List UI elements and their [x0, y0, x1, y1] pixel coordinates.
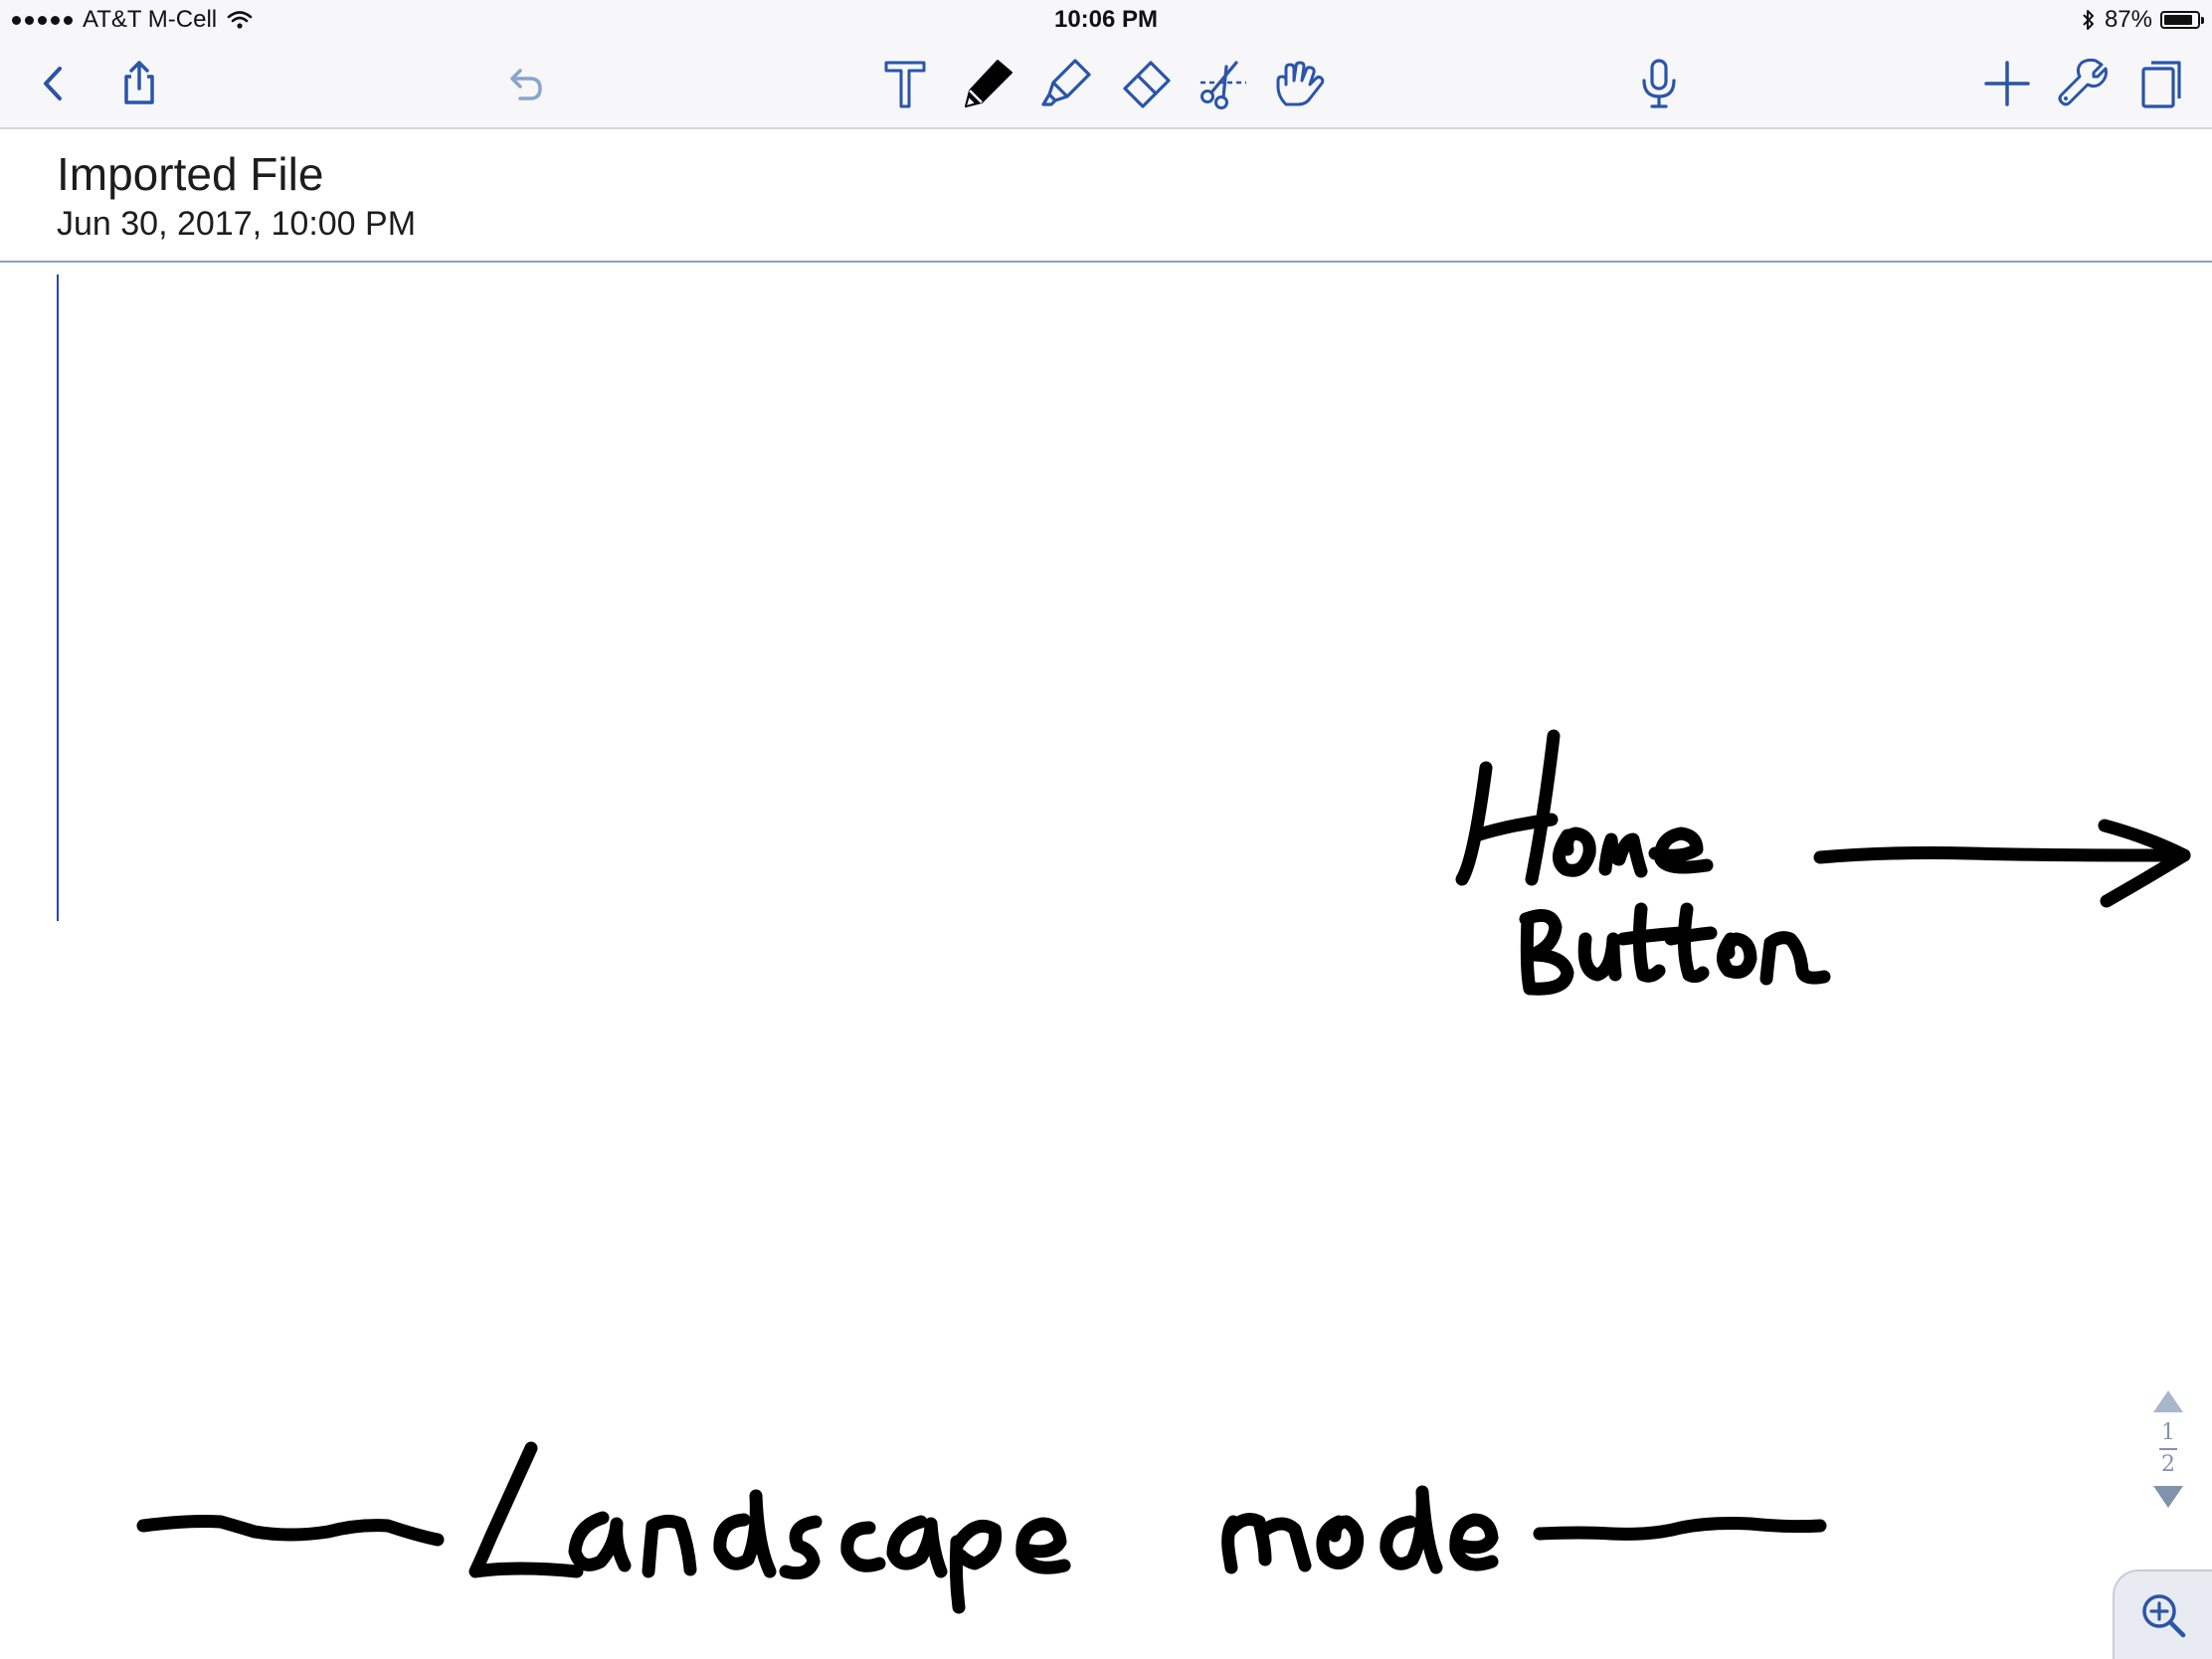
battery-fill — [2164, 15, 2192, 25]
text-tool-button[interactable] — [871, 50, 939, 117]
page-number-divider — [2159, 1448, 2177, 1450]
page-navigator: 1 2 — [2138, 1390, 2198, 1530]
wrench-icon — [2058, 58, 2108, 106]
handwriting-arrow — [1813, 819, 2191, 908]
plus-icon — [1984, 61, 2030, 106]
lasso-tool-button[interactable] — [1190, 50, 1257, 117]
highlighter-tool-button[interactable] — [1032, 50, 1100, 117]
highlighter-icon — [1041, 59, 1091, 106]
pages-button[interactable] — [2126, 50, 2194, 117]
battery-icon — [2160, 11, 2204, 29]
toolbar — [0, 40, 2212, 129]
chevron-left-icon — [44, 67, 62, 100]
scissors-icon — [1200, 61, 1246, 109]
current-page-number: 1 — [2161, 1420, 2175, 1445]
status-time: 10:06 PM — [1053, 6, 1159, 33]
note-title[interactable]: Imported File — [57, 147, 323, 201]
status-right: 87% — [2081, 6, 2204, 34]
pen-icon — [964, 60, 1013, 108]
undo-button[interactable] — [489, 50, 557, 117]
status-bar: AT&T M-Cell 10:06 PM 87% — [0, 0, 2212, 40]
hand-icon — [1276, 61, 1325, 106]
total-page-number: 2 — [2161, 1452, 2175, 1477]
note-header: Imported File Jun 30, 2017, 10:00 PM — [0, 129, 2212, 263]
next-page-button[interactable] — [2153, 1486, 2183, 1508]
microphone-icon — [1642, 59, 1676, 108]
handwriting-word-landscape — [468, 1441, 1071, 1614]
share-button[interactable] — [105, 50, 173, 117]
battery-percent: 87% — [2104, 6, 2152, 33]
microphone-button[interactable] — [1625, 50, 1693, 117]
share-icon — [124, 61, 154, 104]
add-button[interactable] — [1973, 50, 2041, 117]
zoom-button[interactable] — [2113, 1569, 2212, 1659]
handwriting-word-mode — [1221, 1485, 1499, 1574]
pen-tool-button[interactable] — [953, 50, 1020, 117]
eraser-icon — [1123, 61, 1171, 108]
eraser-tool-button[interactable] — [1112, 50, 1180, 117]
back-button[interactable] — [20, 50, 88, 117]
hand-tool-button[interactable] — [1265, 50, 1333, 117]
handwriting-canvas[interactable] — [0, 263, 2212, 1659]
note-date: Jun 30, 2017, 10:00 PM — [57, 205, 417, 243]
settings-button[interactable] — [2049, 50, 2117, 117]
handwriting-word-home — [1455, 729, 1714, 886]
bluetooth-icon — [2083, 10, 2094, 30]
note-page[interactable]: 1 2 — [0, 263, 2212, 1659]
undo-icon — [510, 69, 542, 100]
handwriting-squiggle-right — [1533, 1517, 1827, 1541]
handwriting-squiggle-left — [136, 1515, 445, 1547]
previous-page-button[interactable] — [2153, 1390, 2183, 1412]
zoom-in-icon — [2142, 1594, 2186, 1638]
handwriting-word-button — [1519, 902, 1831, 996]
text-icon — [884, 61, 926, 108]
pages-icon — [2141, 61, 2181, 108]
